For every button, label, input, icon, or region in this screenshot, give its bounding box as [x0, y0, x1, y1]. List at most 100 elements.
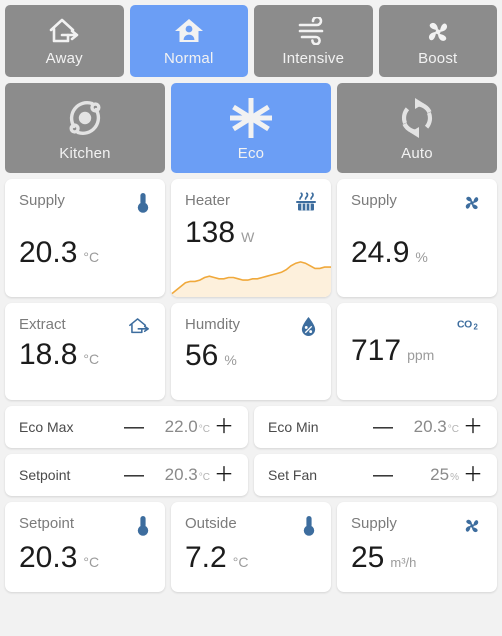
house-person-icon — [173, 14, 205, 48]
increment-button[interactable]: ＋ — [214, 417, 234, 437]
fan-icon — [461, 515, 483, 537]
card-unit: % — [415, 249, 428, 265]
stepper-value-group[interactable]: 20.3 °C — [152, 465, 210, 485]
card-header: CO 2 — [337, 303, 497, 332]
card-title: Heater — [185, 192, 231, 209]
card-value: 24.9 — [351, 236, 410, 269]
mode-button-auto[interactable]: Auto — [337, 83, 497, 173]
card-value: 20.3 — [19, 541, 78, 574]
card-value-group: 56 % — [171, 339, 331, 373]
co2-icon: CO 2 — [457, 316, 483, 332]
stepper-set-fan[interactable]: Set Fan — 25 % ＋ — [254, 454, 497, 496]
stepper-unit: °C — [198, 424, 210, 435]
stepper-eco-max[interactable]: Eco Max — 22.0 °C ＋ — [5, 406, 248, 448]
mode-button-boost[interactable]: Boost — [378, 5, 497, 77]
card-unit: °C — [83, 249, 100, 265]
stepper-row-1: Eco Max — 22.0 °C ＋ Eco Min — 20.3 °C ＋ — [5, 406, 497, 448]
card-unit: m³/h — [390, 555, 417, 570]
card-value-group: 138 W — [171, 216, 331, 250]
card-unit: °C — [83, 351, 100, 367]
card-unit: W — [241, 229, 255, 245]
mode-button-kitchen[interactable]: Kitchen — [5, 83, 165, 173]
stepper-label: Set Fan — [268, 467, 318, 483]
sensor-card-supply-airflow[interactable]: Supply 25 m³/h — [337, 502, 497, 592]
decrement-button[interactable]: — — [124, 465, 144, 485]
mode-button-intensive[interactable]: Intensive — [254, 5, 373, 77]
snowflake-icon — [227, 93, 275, 143]
decrement-button[interactable]: — — [373, 417, 393, 437]
card-title: Setpoint — [19, 515, 75, 532]
wind-icon — [297, 14, 329, 48]
thermometer-icon — [301, 515, 317, 537]
card-value: 717 — [351, 334, 402, 367]
stepper-value-group[interactable]: 20.3 °C — [401, 417, 459, 437]
sensor-card-row-2: Extract 18.8 °C Humdity 56 % CO 2 717 pp… — [5, 303, 497, 400]
increment-button[interactable]: ＋ — [463, 417, 483, 437]
mode-button-label: Away — [45, 50, 83, 67]
increment-button[interactable]: ＋ — [214, 465, 234, 485]
card-value: 20.3 — [19, 236, 78, 269]
mode-button-label: Eco — [237, 145, 265, 162]
sensor-card-setpoint-temp[interactable]: Setpoint 20.3 °C — [5, 502, 165, 592]
card-title: Extract — [19, 316, 66, 333]
svg-text:CO: CO — [457, 319, 472, 330]
card-value-group: 20.3 °C — [5, 541, 165, 575]
sensor-card-supply-fan[interactable]: Supply 24.9 % — [337, 179, 497, 297]
stepper-unit: °C — [198, 472, 210, 483]
card-unit: °C — [232, 554, 249, 570]
decrement-button[interactable]: — — [124, 417, 144, 437]
card-header: Setpoint — [5, 502, 165, 537]
sensor-card-heater-power[interactable]: Heater 138 W — [171, 179, 331, 297]
stepper-value-group[interactable]: 25 % — [401, 465, 459, 485]
card-value: 18.8 — [19, 338, 78, 371]
stepper-eco-min[interactable]: Eco Min — 20.3 °C ＋ — [254, 406, 497, 448]
card-header: Extract — [5, 303, 165, 336]
mode-button-away[interactable]: Away — [5, 5, 124, 77]
sensor-card-supply-temp[interactable]: Supply 20.3 °C — [5, 179, 165, 297]
mode-button-row-primary: Away Normal Intensive Boost — [5, 5, 497, 77]
stepper-value: 20.3 — [413, 417, 447, 436]
mode-button-label: Normal — [163, 50, 214, 67]
card-header: Supply — [337, 502, 497, 537]
mode-button-normal[interactable]: Normal — [129, 5, 248, 77]
orbit-icon — [62, 93, 108, 143]
sensor-card-co2[interactable]: CO 2 717 ppm — [337, 303, 497, 400]
house-exit-icon — [47, 14, 81, 48]
card-unit: °C — [83, 554, 100, 570]
decrement-button[interactable]: — — [373, 465, 393, 485]
mode-button-label: Auto — [401, 145, 433, 162]
mode-button-label: Kitchen — [59, 145, 111, 162]
fan-icon — [422, 14, 454, 48]
stepper-row-2: Setpoint — 20.3 °C ＋ Set Fan — 25 % ＋ — [5, 454, 497, 496]
mode-button-eco[interactable]: Eco — [171, 83, 331, 173]
mode-button-label: Boost — [418, 50, 458, 67]
card-value-group: 20.3 °C — [5, 236, 165, 270]
card-title: Supply — [351, 515, 397, 532]
sensor-card-outside-temp[interactable]: Outside 7.2 °C — [171, 502, 331, 592]
card-title: Supply — [351, 192, 397, 209]
increment-button[interactable]: ＋ — [463, 465, 483, 485]
thermometer-icon — [135, 192, 151, 214]
card-value: 7.2 — [185, 541, 227, 574]
card-header: Humdity — [171, 303, 331, 337]
sensor-card-extract-temp[interactable]: Extract 18.8 °C — [5, 303, 165, 400]
sensor-card-humidity[interactable]: Humdity 56 % — [171, 303, 331, 400]
thermometer-icon — [135, 515, 151, 537]
stepper-label: Setpoint — [19, 467, 71, 483]
stepper-setpoint[interactable]: Setpoint — 20.3 °C ＋ — [5, 454, 248, 496]
house-exit-icon — [127, 316, 151, 336]
svg-text:2: 2 — [473, 323, 478, 332]
stepper-value: 20.3 — [164, 465, 198, 484]
stepper-unit: °C — [447, 424, 459, 435]
card-unit: % — [224, 352, 237, 368]
sensor-card-row-1: Supply 20.3 °C Heater 138 W Supply 24.9 … — [5, 179, 497, 297]
card-value: 56 — [185, 339, 219, 372]
stepper-value-group[interactable]: 22.0 °C — [152, 417, 210, 437]
card-value-group: 717 ppm — [337, 334, 497, 368]
card-title: Outside — [185, 515, 237, 532]
stepper-value: 25 — [430, 465, 450, 484]
radiator-icon — [295, 192, 317, 214]
refresh-icon — [396, 93, 438, 143]
sensor-card-row-3: Setpoint 20.3 °C Outside 7.2 °C Supply 2… — [5, 502, 497, 592]
stepper-label: Eco Min — [268, 419, 319, 435]
